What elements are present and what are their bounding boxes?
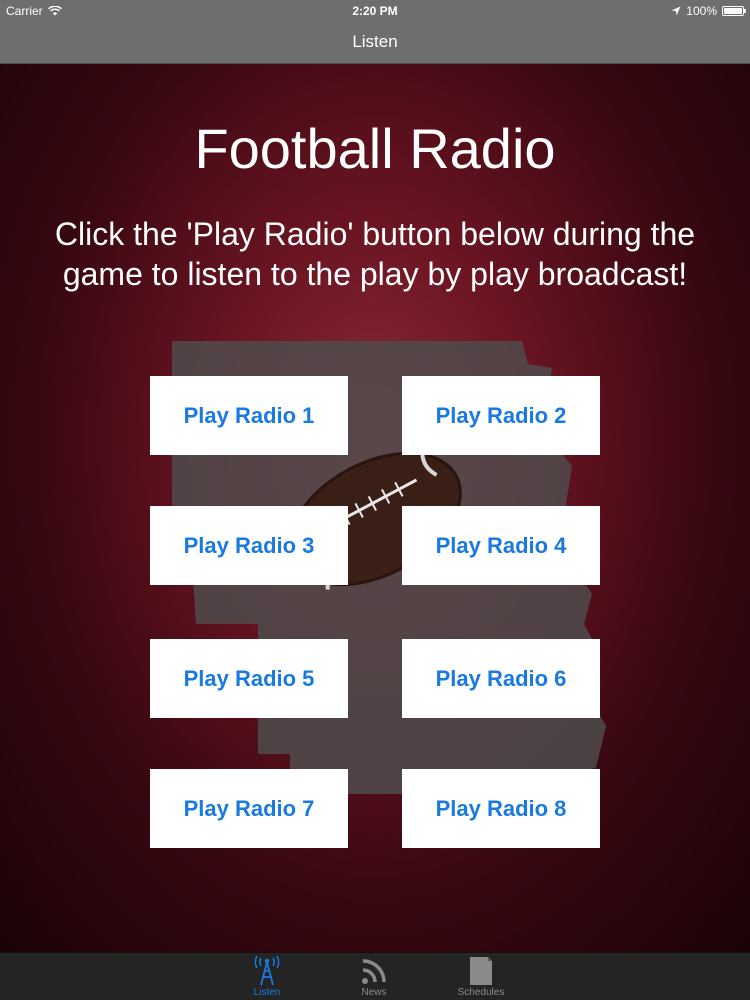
rss-icon: [362, 959, 386, 984]
status-time: 2:20 PM: [352, 4, 398, 18]
tab-listen[interactable]: Listen: [227, 953, 307, 1000]
play-radio-3-button[interactable]: Play Radio 3: [150, 506, 348, 585]
nav-bar: Listen: [0, 22, 750, 64]
instructions-text: Click the 'Play Radio' button below duri…: [54, 216, 696, 292]
play-radio-8-button[interactable]: Play Radio 8: [402, 769, 600, 848]
schedule-icon: [470, 957, 492, 985]
battery-percent: 100%: [686, 4, 717, 18]
play-radio-4-button[interactable]: Play Radio 4: [402, 506, 600, 585]
radio-tower-icon: [254, 956, 280, 986]
location-arrow-icon: [671, 6, 681, 16]
tab-listen-label: Listen: [253, 987, 281, 998]
play-radio-2-button[interactable]: Play Radio 2: [402, 376, 600, 455]
play-radio-5-button[interactable]: Play Radio 5: [150, 639, 348, 718]
nav-title: Listen: [352, 32, 398, 51]
tab-schedules[interactable]: Schedules: [441, 953, 521, 1000]
tab-bar: Listen News Schedules: [0, 952, 750, 1000]
tab-schedules-label: Schedules: [457, 987, 505, 998]
status-bar: Carrier 2:20 PM 100%: [0, 0, 750, 22]
play-radio-7-button[interactable]: Play Radio 7: [150, 769, 348, 848]
tab-news-label: News: [361, 987, 387, 998]
battery-icon: [722, 6, 746, 16]
play-radio-6-button[interactable]: Play Radio 6: [402, 639, 600, 718]
main-content: Football Radio Click the 'Play Radio' bu…: [0, 64, 750, 952]
page-title: Football Radio: [194, 117, 556, 180]
status-right: 100%: [671, 4, 746, 18]
tab-news[interactable]: News: [334, 953, 414, 1000]
arkansas-football-background: [172, 341, 606, 794]
play-radio-1-button[interactable]: Play Radio 1: [150, 376, 348, 455]
